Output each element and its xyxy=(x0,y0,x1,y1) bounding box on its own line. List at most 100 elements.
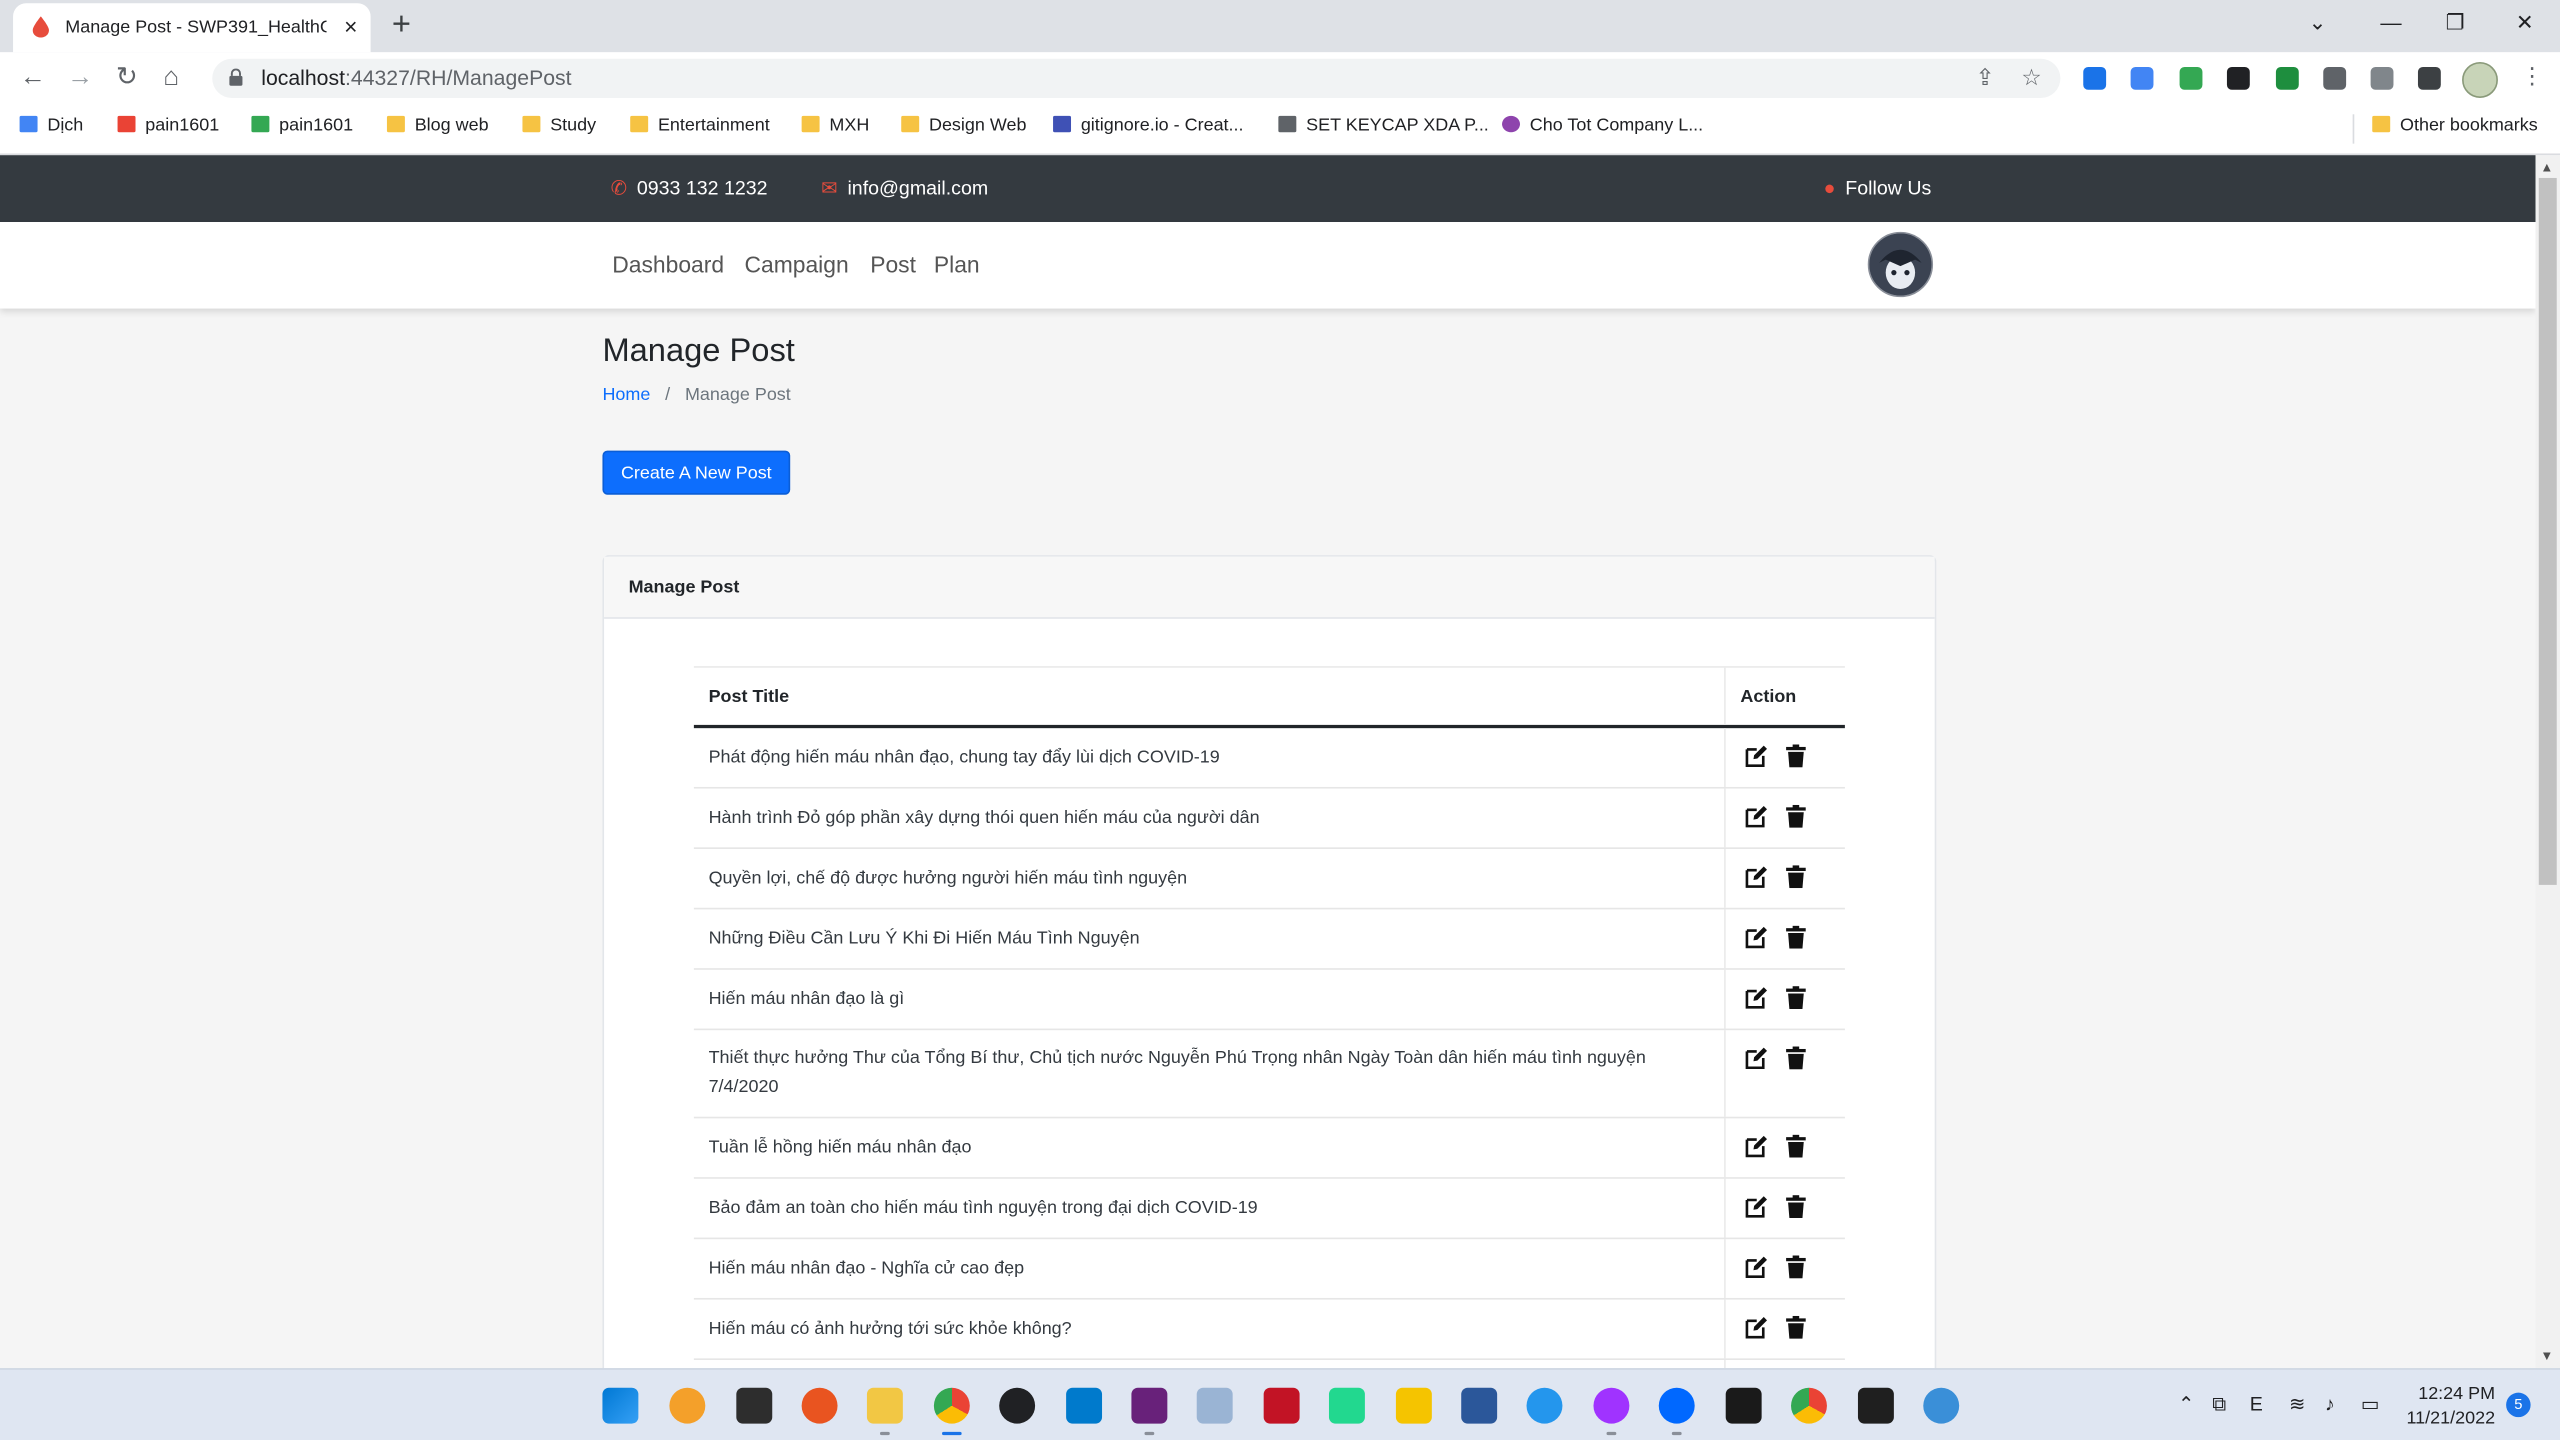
nav-plan[interactable]: Plan xyxy=(934,251,980,277)
side-panel-icon[interactable] xyxy=(2417,66,2441,90)
profile-avatar[interactable] xyxy=(2462,62,2498,98)
bookmark-item[interactable]: Study xyxy=(522,115,596,136)
rider-icon[interactable] xyxy=(1263,1387,1300,1424)
extension-s-icon[interactable] xyxy=(2179,66,2203,90)
edit-icon[interactable] xyxy=(1745,926,1768,949)
trash-icon[interactable] xyxy=(1784,925,1807,949)
back-icon[interactable]: ← xyxy=(20,64,46,93)
system-clock[interactable]: 12:24 PM 11/21/2022 xyxy=(2407,1383,2496,1432)
trash-icon[interactable] xyxy=(1784,1255,1807,1279)
globe-icon[interactable] xyxy=(1923,1387,1960,1424)
edit-icon[interactable] xyxy=(1745,1195,1768,1218)
edit-icon[interactable] xyxy=(1745,1316,1768,1339)
bookmark-item[interactable]: Cho Tot Company L... xyxy=(1502,115,1703,136)
extension-glasses-icon[interactable] xyxy=(2226,66,2250,90)
home-icon[interactable]: ⌂ xyxy=(163,64,179,93)
nav-dashboard[interactable]: Dashboard xyxy=(612,251,724,277)
tab-search-icon[interactable]: ⌄ xyxy=(2309,10,2327,36)
reload-icon[interactable]: ↻ xyxy=(116,64,138,93)
scroll-down-icon[interactable]: ▼ xyxy=(2540,1349,2553,1364)
close-window-button[interactable]: ✕ xyxy=(2516,10,2534,36)
folder-icon xyxy=(522,115,541,133)
edit-icon[interactable] xyxy=(1745,986,1768,1009)
extension-shield-icon[interactable] xyxy=(2275,66,2299,90)
chevron-up-icon[interactable]: ⌃ xyxy=(2178,1393,2194,1416)
start-icon[interactable] xyxy=(602,1387,639,1424)
edit-icon[interactable] xyxy=(1745,1256,1768,1279)
other-bookmarks[interactable]: Other bookmarks xyxy=(2372,115,2538,136)
league-icon[interactable] xyxy=(1725,1387,1762,1424)
bookmark-star-icon[interactable]: ☆ xyxy=(2021,64,2042,92)
forward-icon[interactable]: → xyxy=(67,64,93,93)
new-tab-button[interactable]: + xyxy=(392,8,411,41)
scroll-thumb[interactable] xyxy=(2538,177,2557,885)
visual-studio-icon[interactable] xyxy=(1131,1387,1168,1424)
bookmark-item[interactable]: pain1601 xyxy=(251,115,353,136)
search-icon[interactable] xyxy=(669,1387,706,1424)
table-row: Thiết thực hưởng Thư của Tổng Bí thư, Ch… xyxy=(693,1030,1845,1119)
sql-server-icon[interactable] xyxy=(1461,1387,1498,1424)
bookmark-item[interactable]: Entertainment xyxy=(630,115,770,136)
menu-icon[interactable]: ⋮ xyxy=(2521,62,2544,90)
messenger-icon[interactable] xyxy=(1593,1387,1630,1424)
edit-icon[interactable] xyxy=(1745,744,1768,768)
vscode-icon[interactable] xyxy=(1066,1387,1103,1424)
bookmark-item[interactable]: pain1601 xyxy=(117,115,219,136)
language-icon[interactable]: E xyxy=(2250,1393,2263,1416)
wifi-icon[interactable]: ≋ xyxy=(2289,1393,2305,1416)
reading-list-icon[interactable] xyxy=(2370,66,2394,90)
edit-icon[interactable] xyxy=(1745,1135,1768,1158)
follow-us-link[interactable]: ● Follow Us xyxy=(1824,176,1932,199)
address-bar[interactable]: localhost:44327/RH/ManagePost ⇪ ☆ xyxy=(212,58,2061,98)
trash-icon[interactable] xyxy=(1784,865,1807,889)
datagrip-icon[interactable] xyxy=(1328,1387,1365,1424)
bookmark-item[interactable]: SET KEYCAP XDA P... xyxy=(1278,115,1489,136)
zalo-icon[interactable] xyxy=(1658,1387,1695,1424)
extension-drop-icon[interactable] xyxy=(2083,66,2107,90)
notification-badge[interactable]: 5 xyxy=(2506,1392,2531,1418)
trash-icon[interactable] xyxy=(1784,744,1807,768)
share-icon[interactable]: ⇪ xyxy=(1976,64,1995,92)
edit-icon[interactable] xyxy=(1745,1047,1768,1070)
github-icon[interactable] xyxy=(999,1387,1036,1424)
nav-post[interactable]: Post xyxy=(870,251,916,277)
edit-icon[interactable] xyxy=(1745,865,1768,888)
user-avatar[interactable] xyxy=(1867,231,1934,298)
nav-campaign[interactable]: Campaign xyxy=(744,251,848,277)
restore-button[interactable]: ❐ xyxy=(2446,10,2465,36)
trash-icon[interactable] xyxy=(1784,986,1807,1009)
scroll-up-icon[interactable]: ▲ xyxy=(2540,160,2553,175)
battery-icon[interactable]: ▭ xyxy=(2361,1393,2380,1416)
virtualbox-icon[interactable] xyxy=(1196,1387,1233,1424)
breadcrumb-home[interactable]: Home xyxy=(602,385,650,405)
page-scrollbar[interactable]: ▲ ▼ xyxy=(2535,155,2560,1369)
browser-tab[interactable]: Manage Post - SWP391_HealthC × xyxy=(13,3,371,53)
bookmark-item[interactable]: gitignore.io - Creat... xyxy=(1053,115,1244,136)
trash-icon[interactable] xyxy=(1784,1315,1807,1339)
chrome-profile-icon[interactable] xyxy=(1791,1387,1827,1424)
trash-icon[interactable] xyxy=(1784,804,1807,828)
trash-icon[interactable] xyxy=(1784,1195,1807,1218)
trash-icon[interactable] xyxy=(1784,1134,1807,1158)
chrome-icon[interactable] xyxy=(933,1387,970,1424)
network-icon[interactable]: ⧉ xyxy=(2212,1393,2226,1417)
sticky-notes-icon[interactable] xyxy=(1395,1387,1432,1424)
bookmark-item[interactable]: MXH xyxy=(801,115,869,136)
close-icon[interactable]: × xyxy=(344,13,357,39)
ubuntu-icon[interactable] xyxy=(801,1387,838,1424)
trash-icon[interactable] xyxy=(1784,1046,1807,1070)
edit-icon[interactable] xyxy=(1745,805,1768,828)
bookmark-item[interactable]: Dịch xyxy=(19,115,83,136)
kali-icon[interactable] xyxy=(736,1387,773,1424)
create-post-button[interactable]: Create A New Post xyxy=(602,450,791,495)
phone-icon: ✆ xyxy=(610,176,628,200)
bookmark-item[interactable]: Blog web xyxy=(386,115,489,136)
volume-icon[interactable]: ♪ xyxy=(2325,1393,2335,1416)
docker-icon[interactable] xyxy=(1526,1387,1563,1424)
minimize-button[interactable]: — xyxy=(2380,10,2401,34)
bookmark-item[interactable]: Design Web xyxy=(901,115,1026,136)
extension-translate-icon[interactable] xyxy=(2130,66,2154,90)
extensions-puzzle-icon[interactable] xyxy=(2323,66,2347,90)
file-explorer-icon[interactable] xyxy=(866,1387,903,1424)
terminal-icon[interactable] xyxy=(1857,1387,1894,1424)
